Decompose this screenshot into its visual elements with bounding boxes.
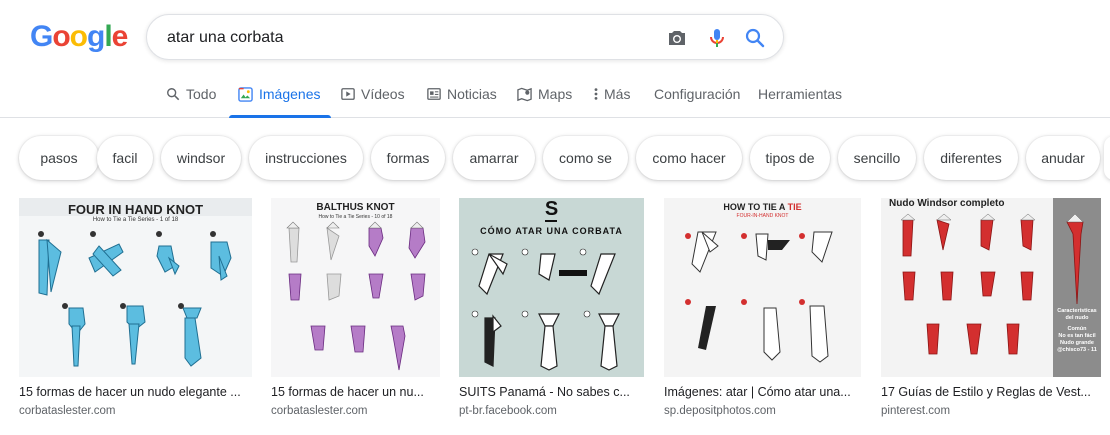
logo-letter: g: [87, 20, 105, 53]
logo-letter: l: [104, 20, 112, 53]
result-source[interactable]: sp.depositphotos.com: [664, 405, 861, 417]
tab-videos[interactable]: Vídeos: [341, 76, 405, 118]
chip-como-hacer[interactable]: como hacer: [636, 136, 742, 180]
chip-label: windsor: [176, 150, 226, 166]
chip-tipos-de[interactable]: tipos de: [750, 136, 830, 180]
image-result-5[interactable]: Nudo Windsor completo Características de…: [881, 198, 1101, 417]
chip-amarrar[interactable]: amarrar: [453, 136, 535, 180]
chip-label: anudar: [1041, 150, 1085, 166]
search-icon[interactable]: [743, 26, 767, 50]
tab-label: Noticias: [447, 86, 497, 102]
search-box[interactable]: [146, 14, 784, 60]
result-caption[interactable]: 15 formas de hacer un nudo elegante ...: [19, 385, 252, 399]
result-source[interactable]: pinterest.com: [881, 405, 1101, 417]
image-results: FOUR IN HAND KNOT How to Tie a Tie Serie…: [0, 198, 1110, 435]
logo-letter: o: [69, 20, 88, 53]
logo-letter: G: [30, 20, 53, 53]
chip-sencillo[interactable]: sencillo: [838, 136, 916, 180]
tab-label: Todo: [186, 86, 217, 102]
google-logo[interactable]: Google: [30, 20, 129, 54]
dots-vertical-icon: [594, 88, 598, 100]
tab-label: Maps: [538, 86, 573, 102]
logo-letter: e: [111, 20, 129, 53]
tie-diagram: [38, 231, 232, 367]
chip-overflow[interactable]: [1104, 136, 1110, 180]
result-caption[interactable]: 15 formas de hacer un nu...: [271, 385, 440, 399]
result-caption[interactable]: SUITS Panamá - No sabes c...: [459, 385, 644, 399]
image-result-2[interactable]: BALTHUS KNOT How to Tie a Tie Series - 1…: [271, 198, 440, 417]
chip-label: diferentes: [940, 150, 1002, 166]
chip-como-se[interactable]: como se: [543, 136, 628, 180]
tie-diagram: [900, 213, 1084, 355]
result-thumbnail[interactable]: Nudo Windsor completo Características de…: [881, 198, 1101, 377]
chip-windsor[interactable]: windsor: [161, 136, 241, 180]
chip-label: instrucciones: [265, 150, 347, 166]
result-thumbnail[interactable]: FOUR IN HAND KNOT How to Tie a Tie Serie…: [19, 198, 252, 377]
tie-diagram: [685, 231, 833, 363]
tab-todo[interactable]: Todo: [166, 76, 216, 118]
result-thumbnail[interactable]: BALTHUS KNOT How to Tie a Tie Series - 1…: [271, 198, 440, 377]
header: Google Todo Imágenes Vídeos Noticias: [0, 0, 1110, 118]
chip-label: pasos: [40, 150, 78, 166]
chip-label: amarrar: [469, 150, 519, 166]
chip-anudar[interactable]: anudar: [1026, 136, 1100, 180]
tab-configuracion[interactable]: Configuración: [654, 76, 740, 118]
tie-diagram: [286, 221, 426, 371]
chip-label: tipos de: [765, 150, 815, 166]
image-result-1[interactable]: FOUR IN HAND KNOT How to Tie a Tie Serie…: [19, 198, 252, 417]
result-source[interactable]: corbataslester.com: [19, 405, 252, 417]
chip-pasos[interactable]: pasos: [19, 136, 99, 180]
result-source[interactable]: corbataslester.com: [271, 405, 440, 417]
camera-icon[interactable]: [665, 26, 689, 50]
tab-label: Más: [604, 86, 631, 102]
chip-label: formas: [386, 150, 430, 166]
tab-label: Vídeos: [361, 86, 405, 102]
chip-label: como se: [559, 150, 612, 166]
search-tabs: Todo Imágenes Vídeos Noticias Maps Más C…: [0, 76, 1110, 118]
newspaper-icon: [427, 88, 441, 100]
chip-diferentes[interactable]: diferentes: [924, 136, 1018, 180]
search-icon: [167, 88, 180, 101]
chip-label: facil: [112, 150, 138, 166]
image-result-3[interactable]: S CÓMO ATAR UNA CORBATA SUITS Panamá - N…: [459, 198, 644, 417]
image-result-4[interactable]: HOW TO TIE A TIE FOUR-IN-HAND KNOT Imáge…: [664, 198, 861, 417]
result-caption[interactable]: 17 Guías de Estilo y Reglas de Vest...: [881, 385, 1101, 399]
chip-label: sencillo: [853, 150, 901, 166]
chip-label: como hacer: [652, 150, 726, 166]
logo-letter: o: [52, 20, 70, 53]
result-thumbnail[interactable]: S CÓMO ATAR UNA CORBATA: [459, 198, 644, 377]
tie-diagram: [471, 248, 620, 371]
microphone-icon[interactable]: [705, 26, 729, 50]
chip-facil[interactable]: facil: [97, 136, 153, 180]
image-icon: [238, 87, 253, 102]
tab-herramientas[interactable]: Herramientas: [758, 76, 842, 118]
result-source[interactable]: pt-br.facebook.com: [459, 405, 644, 417]
chip-formas[interactable]: formas: [371, 136, 445, 180]
play-icon: [341, 88, 355, 100]
result-caption[interactable]: Imágenes: atar | Cómo atar una...: [664, 385, 861, 399]
tab-label: Herramientas: [758, 86, 843, 102]
map-icon: [517, 87, 532, 102]
tab-imagenes[interactable]: Imágenes: [229, 76, 332, 118]
tab-mas[interactable]: Más: [594, 76, 630, 118]
tab-noticias[interactable]: Noticias: [427, 76, 497, 118]
tab-label: Imágenes: [259, 86, 321, 102]
chip-instrucciones[interactable]: instrucciones: [249, 136, 363, 180]
suggestion-chips: pasos facil windsor instrucciones formas…: [0, 136, 1110, 182]
tab-maps[interactable]: Maps: [517, 76, 572, 118]
result-thumbnail[interactable]: HOW TO TIE A TIE FOUR-IN-HAND KNOT: [664, 198, 861, 377]
tab-label: Configuración: [654, 86, 741, 102]
search-input[interactable]: [167, 26, 647, 50]
